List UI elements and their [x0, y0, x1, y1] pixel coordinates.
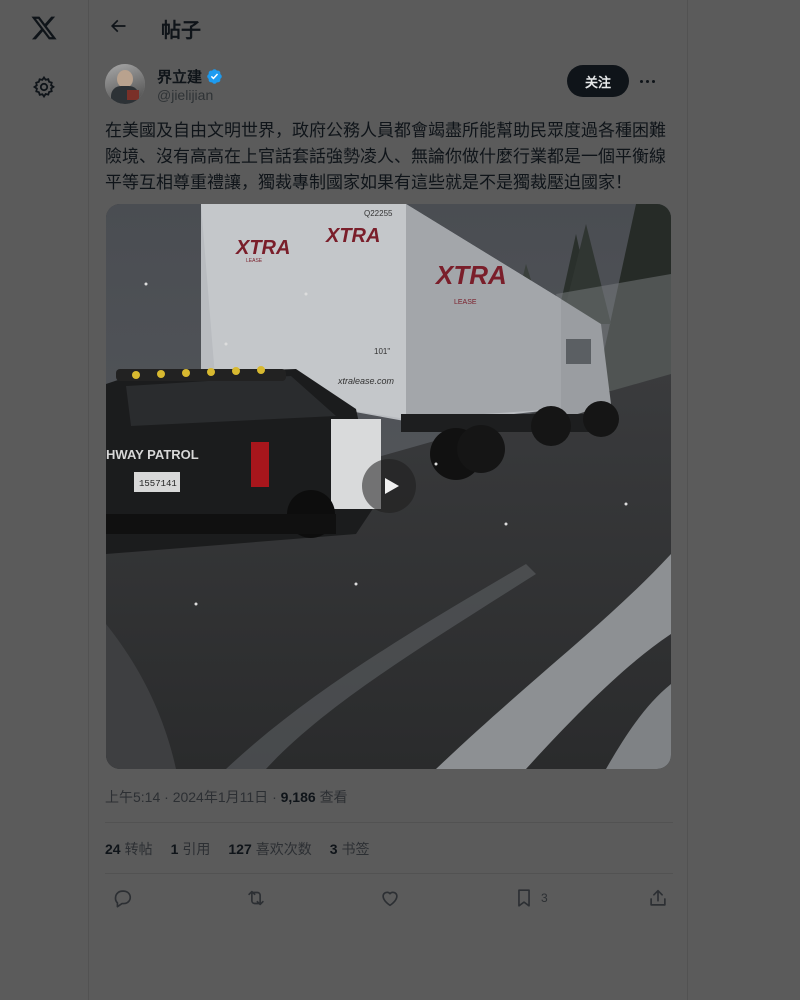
author-name-row[interactable]: 界立建	[157, 66, 223, 87]
ellipsis-icon[interactable]	[635, 69, 659, 93]
verified-badge-icon	[207, 69, 222, 84]
page-title: 帖子	[161, 20, 201, 42]
trailer-id: Q22255	[364, 209, 393, 218]
trailer-size: 101"	[374, 347, 390, 356]
license-plate: 1557141	[139, 479, 177, 489]
trailer-url: xtralease.com	[337, 376, 395, 386]
repost-button[interactable]	[245, 885, 267, 911]
author-handle[interactable]: @jielijian	[157, 87, 213, 103]
post-time[interactable]: 上午5:14	[105, 789, 160, 805]
bookmark-button[interactable]: 3	[513, 885, 548, 911]
trailer-brand-1: XTRA	[235, 237, 290, 259]
back-button[interactable]	[101, 9, 135, 43]
post-text: 在美國及自由文明世界，政府公務人員都會竭盡所能幫助民眾度過各種困難險境、沒有高高…	[105, 121, 666, 192]
trailer-lease-small: LEASE	[246, 258, 263, 264]
view-label: 查看	[319, 789, 348, 805]
post-video[interactable]: XTRA XTRA XTRA Q22255 LEASE LEASE 101" x…	[106, 204, 671, 769]
header: 帖子	[89, 0, 687, 53]
stat-likes[interactable]: 127 喜欢次数	[228, 839, 311, 859]
play-icon	[385, 478, 399, 494]
author-name[interactable]: 界立建	[157, 66, 202, 87]
post-date[interactable]: 2024年1月11日	[173, 789, 268, 805]
arrow-left-icon	[110, 19, 126, 33]
left-rail	[0, 0, 88, 1000]
divider	[105, 873, 673, 874]
reply-button[interactable]	[111, 885, 133, 911]
bookmark-count: 3	[541, 891, 548, 905]
gear-icon[interactable]	[24, 67, 64, 107]
patrol-text: HWAY PATROL	[106, 447, 199, 462]
share-icon	[650, 889, 666, 906]
stat-reposts[interactable]: 24 转帖	[105, 839, 153, 859]
post-author: 界立建 @jielijian 关注	[105, 64, 671, 108]
play-button[interactable]	[362, 459, 416, 513]
repost-icon	[248, 890, 264, 906]
view-count: 9,186	[280, 789, 316, 805]
divider	[105, 822, 673, 823]
trailer-lease-side: LEASE	[454, 299, 477, 306]
post-stats: 24 转帖 1 引用 127 喜欢次数 3 书签	[105, 839, 370, 859]
trailer-brand-side: XTRA	[434, 260, 507, 290]
reply-icon	[114, 890, 132, 908]
x-logo-icon[interactable]	[24, 8, 64, 48]
follow-button[interactable]: 关注	[567, 65, 629, 97]
post-metadata: 上午5:14 · 2024年1月11日 · 9,186 查看	[105, 789, 348, 805]
like-button[interactable]	[379, 885, 401, 911]
action-bar: 3	[105, 876, 673, 922]
main-column: 帖子 界立建 @jielijian 关注 在美國及自由文明世界，政府公務人員都會…	[88, 0, 688, 1000]
trailer-brand-2: XTRA	[325, 225, 380, 247]
avatar[interactable]	[105, 64, 145, 104]
share-button[interactable]	[647, 885, 669, 911]
heart-icon	[382, 891, 398, 907]
stat-quotes[interactable]: 1 引用	[171, 839, 211, 859]
stat-bookmarks[interactable]: 3 书签	[330, 839, 370, 859]
bookmark-icon	[518, 889, 530, 907]
